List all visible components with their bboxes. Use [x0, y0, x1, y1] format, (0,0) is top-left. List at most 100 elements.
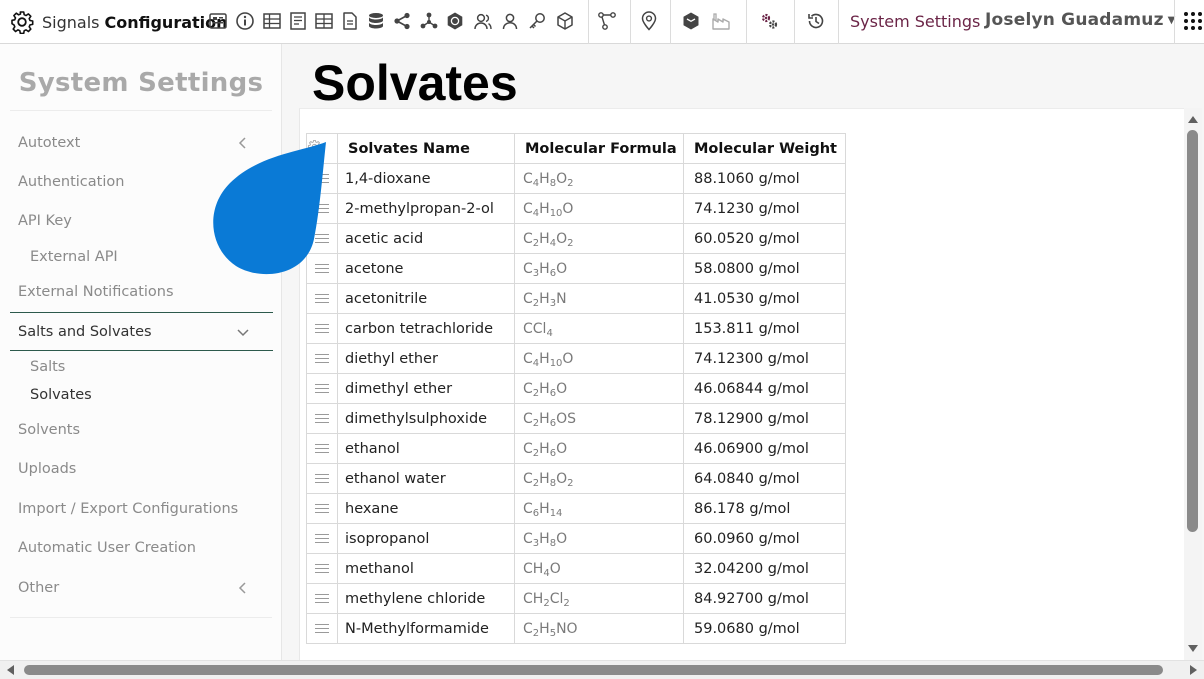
- vertical-scrollbar[interactable]: [1184, 108, 1202, 660]
- user-menu[interactable]: Joselyn Guadamuz ▼: [985, 10, 1176, 30]
- scroll-left-arrow-icon[interactable]: [7, 665, 14, 675]
- molecular-formula-cell: C4H10O: [514, 343, 684, 374]
- factory-icon[interactable]: [710, 10, 732, 32]
- location-pin-icon[interactable]: [638, 10, 660, 32]
- sidebar-item-label: Autotext: [18, 135, 81, 151]
- molecular-formula-cell: C2H5NO: [514, 613, 684, 644]
- share-icon[interactable]: [391, 10, 413, 32]
- column-header-weight[interactable]: Molecular Weight: [683, 133, 846, 164]
- section-divider: [10, 312, 273, 313]
- table-row[interactable]: isopropanol C3H8O 60.0960 g/mol: [306, 523, 846, 554]
- drag-handle-icon[interactable]: [306, 583, 338, 614]
- sidebar-item-label: Other: [18, 580, 60, 596]
- scrollbar-thumb[interactable]: [1187, 130, 1198, 532]
- dashboard-icon[interactable]: [207, 10, 229, 32]
- table-row[interactable]: dimethylsulphoxide C2H6OS 78.12900 g/mol: [306, 403, 846, 434]
- sidebar-item-import-export[interactable]: Import / Export Configurations: [18, 501, 238, 517]
- table-row[interactable]: hexane C6H14 86.178 g/mol: [306, 493, 846, 524]
- drag-handle-icon[interactable]: [306, 283, 338, 314]
- solvate-name-cell: acetic acid: [337, 223, 515, 254]
- solvate-name-cell: diethyl ether: [337, 343, 515, 374]
- drag-handle-icon[interactable]: [306, 553, 338, 584]
- brand[interactable]: Signals Configuration: [10, 9, 228, 35]
- solvate-name-cell: dimethyl ether: [337, 373, 515, 404]
- drag-handle-icon[interactable]: [306, 433, 338, 464]
- workflow-icon[interactable]: [596, 10, 618, 32]
- scrollbar-thumb[interactable]: [24, 665, 1163, 675]
- sidebar-item-uploads[interactable]: Uploads: [18, 461, 76, 477]
- sidebar-item-authentication[interactable]: Authentication: [18, 174, 124, 190]
- table-row[interactable]: dimethyl ether C2H6O 46.06844 g/mol: [306, 373, 846, 404]
- sidebar-item-solvents[interactable]: Solvents: [18, 422, 80, 438]
- document-icon[interactable]: [287, 10, 309, 32]
- solvates-panel: Solvates Name Molecular Formula Molecula…: [299, 108, 1190, 661]
- table-body: 1,4-dioxane C4H8O2 88.1060 g/mol 2-methylpr…: [306, 163, 846, 644]
- scroll-down-arrow-icon[interactable]: [1188, 645, 1198, 652]
- table-row[interactable]: methylene chloride CH2Cl2 84.92700 g/mol: [306, 583, 846, 614]
- molecular-formula-cell: C4H10O: [514, 193, 684, 224]
- column-header-name[interactable]: Solvates Name: [337, 133, 515, 164]
- table-row[interactable]: diethyl ether C4H10O 74.12300 g/mol: [306, 343, 846, 374]
- database-icon[interactable]: [365, 10, 387, 32]
- scroll-right-arrow-icon[interactable]: [1190, 665, 1197, 675]
- molecular-weight-cell: 60.0960 g/mol: [683, 523, 846, 554]
- table-row[interactable]: acetonitrile C2H3N 41.0530 g/mol: [306, 283, 846, 314]
- molecular-formula-cell: CH2Cl2: [514, 583, 684, 614]
- drag-handle-icon[interactable]: [306, 613, 338, 644]
- drag-handle-icon[interactable]: [306, 373, 338, 404]
- sidebar-item-salts[interactable]: Salts: [30, 359, 65, 375]
- hexagon-badge-icon[interactable]: [444, 10, 466, 32]
- file-icon[interactable]: [339, 10, 361, 32]
- molecular-weight-cell: 32.04200 g/mol: [683, 553, 846, 584]
- table-row[interactable]: acetic acid C2H4O2 60.0520 g/mol: [306, 223, 846, 254]
- user-icon[interactable]: [499, 10, 521, 32]
- drag-handle-icon[interactable]: [306, 403, 338, 434]
- table-row[interactable]: methanol CH4O 32.04200 g/mol: [306, 553, 846, 584]
- hierarchy-icon[interactable]: [418, 10, 440, 32]
- molecular-weight-cell: 74.12300 g/mol: [683, 343, 846, 374]
- apps-grid-icon[interactable]: [1184, 12, 1202, 34]
- molecular-weight-cell: 46.06844 g/mol: [683, 373, 846, 404]
- sidebar-item-api-key[interactable]: API Key: [18, 213, 72, 229]
- sidebar-item-label: Salts and Solvates: [18, 324, 152, 340]
- main-content: Solvates Solvates Name Molecular Formula…: [282, 44, 1204, 661]
- molecular-formula-cell: CH4O: [514, 553, 684, 584]
- info-icon[interactable]: [234, 10, 256, 32]
- sidebar-item-salts-and-solvates[interactable]: Salts and Solvates: [18, 324, 266, 340]
- grid-icon[interactable]: [313, 10, 335, 32]
- sidebar-item-external-api[interactable]: External API: [30, 249, 118, 265]
- sidebar-item-external-notifications[interactable]: External Notifications: [18, 284, 174, 300]
- horizontal-scrollbar[interactable]: [0, 660, 1204, 679]
- solvate-name-cell: methylene chloride: [337, 583, 515, 614]
- drag-handle-icon[interactable]: [306, 343, 338, 374]
- drag-handle-icon[interactable]: [306, 463, 338, 494]
- molecular-weight-cell: 41.0530 g/mol: [683, 283, 846, 314]
- cube-icon[interactable]: [554, 10, 576, 32]
- solvate-name-cell: 2-methylpropan-2-ol: [337, 193, 515, 224]
- sidebar-item-automatic-user-creation[interactable]: Automatic User Creation: [18, 540, 196, 556]
- key-icon[interactable]: [526, 10, 548, 32]
- divider: [10, 617, 272, 618]
- table-row[interactable]: ethanol water C2H8O2 64.0840 g/mol: [306, 463, 846, 494]
- system-settings-link[interactable]: System Settings: [850, 12, 980, 31]
- sidebar-item-other[interactable]: Other: [18, 580, 266, 596]
- history-icon[interactable]: [805, 10, 827, 32]
- table-row[interactable]: 2-methylpropan-2-ol C4H10O 74.1230 g/mol: [306, 193, 846, 224]
- chevron-down-icon: [236, 325, 250, 339]
- package-icon[interactable]: [680, 10, 702, 32]
- table-row[interactable]: acetone C3H6O 58.0800 g/mol: [306, 253, 846, 284]
- drag-handle-icon[interactable]: [306, 313, 338, 344]
- scroll-up-arrow-icon[interactable]: [1188, 116, 1198, 123]
- table-row[interactable]: N-Methylformamide C2H5NO 59.0680 g/mol: [306, 613, 846, 644]
- users-icon[interactable]: [472, 10, 494, 32]
- table-icon[interactable]: [261, 10, 283, 32]
- molecular-formula-cell: C2H6O: [514, 373, 684, 404]
- table-row[interactable]: carbon tetrachloride CCl4 153.811 g/mol: [306, 313, 846, 344]
- sidebar-item-solvates[interactable]: Solvates: [30, 387, 92, 403]
- column-header-formula[interactable]: Molecular Formula: [514, 133, 684, 164]
- settings-gears-icon[interactable]: [758, 10, 780, 32]
- table-row[interactable]: ethanol C2H6O 46.06900 g/mol: [306, 433, 846, 464]
- drag-handle-icon[interactable]: [306, 523, 338, 554]
- drag-handle-icon[interactable]: [306, 493, 338, 524]
- table-row[interactable]: 1,4-dioxane C4H8O2 88.1060 g/mol: [306, 163, 846, 194]
